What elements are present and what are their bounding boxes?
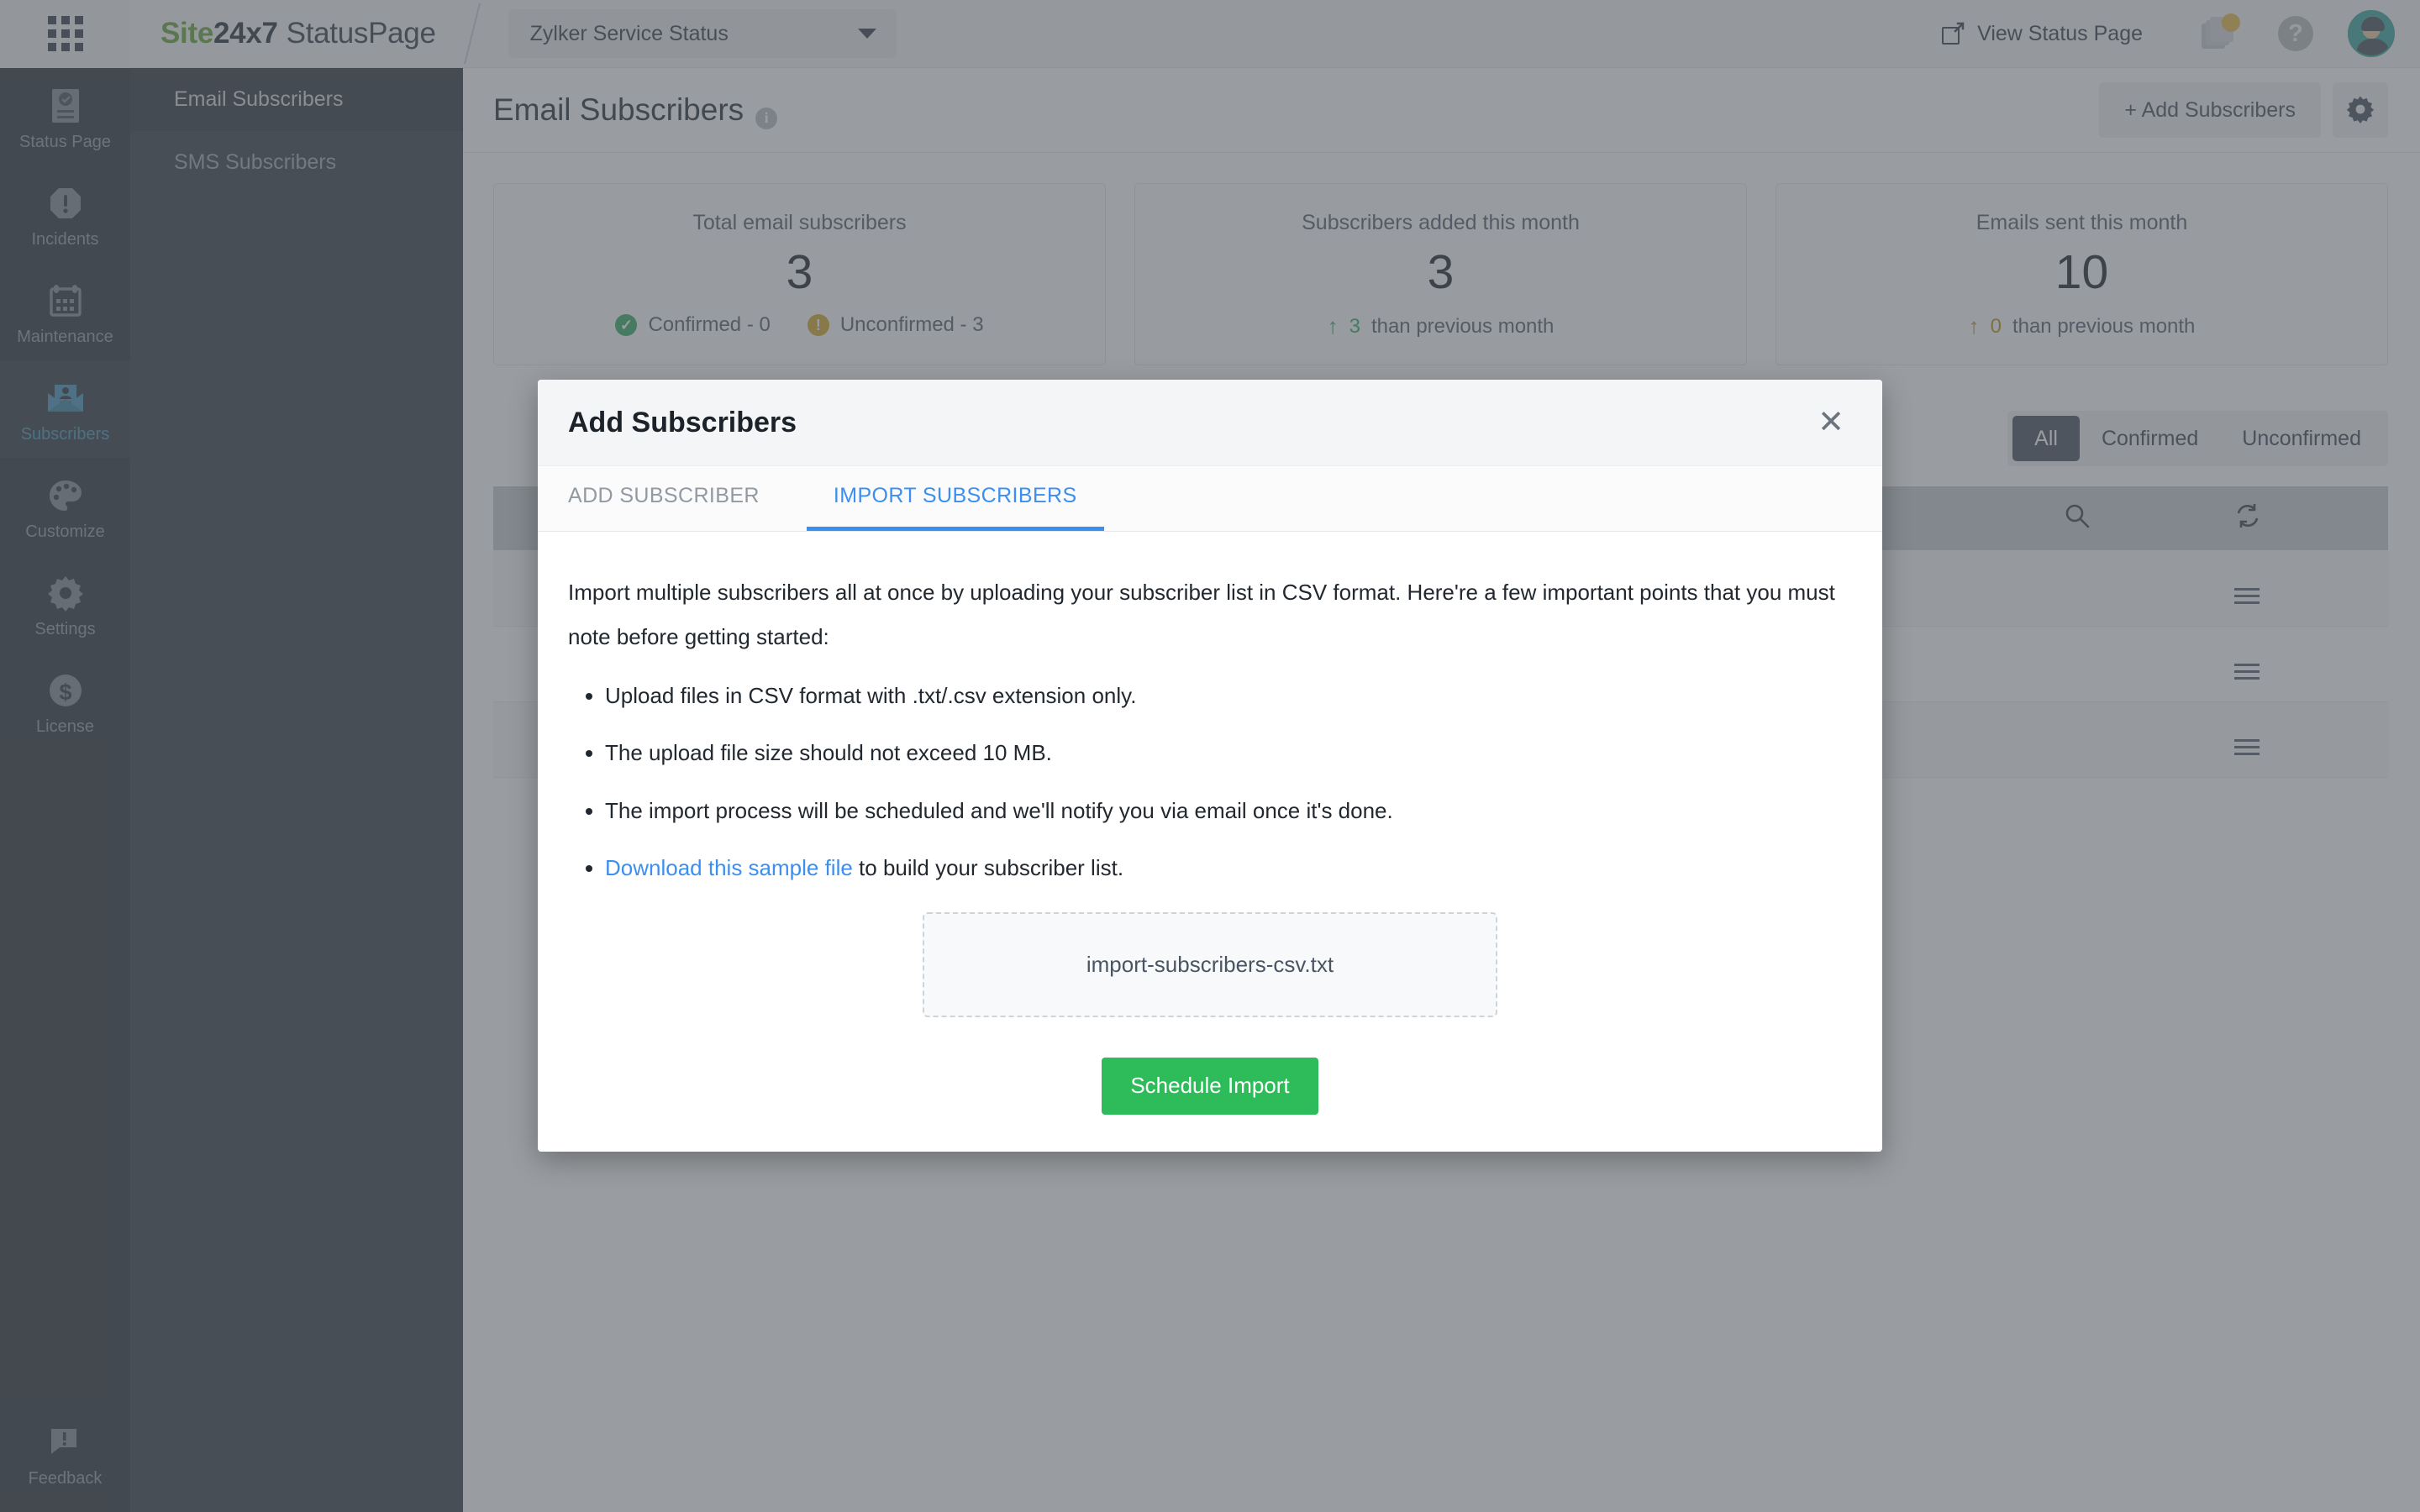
schedule-import-button[interactable]: Schedule Import <box>1102 1057 1318 1115</box>
list-item: The import process will be scheduled and… <box>605 797 1852 825</box>
add-subscribers-modal: Add Subscribers ✕ ADD SUBSCRIBER IMPORT … <box>538 380 1882 1152</box>
list-item: Download this sample file to build your … <box>605 854 1852 882</box>
file-dropzone[interactable]: import-subscribers-csv.txt <box>923 911 1497 1017</box>
list-item: The upload file size should not exceed 1… <box>605 739 1852 767</box>
list-item: Upload files in CSV format with .txt/.cs… <box>605 682 1852 710</box>
tab-add-subscriber[interactable]: ADD SUBSCRIBER <box>568 484 786 531</box>
modal-title: Add Subscribers <box>568 406 797 438</box>
modal-header: Add Subscribers ✕ <box>538 380 1882 466</box>
download-sample-rest: to build your subscriber list. <box>852 855 1124 881</box>
dropzone-filename: import-subscribers-csv.txt <box>1086 951 1334 977</box>
tab-import-subscribers[interactable]: IMPORT SUBSCRIBERS <box>806 484 1104 531</box>
modal-bullet-list: Upload files in CSV format with .txt/.cs… <box>605 682 1852 882</box>
modal-body: Import multiple subscribers all at once … <box>538 532 1882 1152</box>
download-sample-file-link[interactable]: Download this sample file <box>605 855 853 880</box>
modal-tabs: ADD SUBSCRIBER IMPORT SUBSCRIBERS <box>538 466 1882 532</box>
modal-intro-text: Import multiple subscribers all at once … <box>568 580 1835 650</box>
modal-footer: Schedule Import <box>568 1057 1852 1115</box>
close-icon[interactable]: ✕ <box>1810 402 1852 444</box>
